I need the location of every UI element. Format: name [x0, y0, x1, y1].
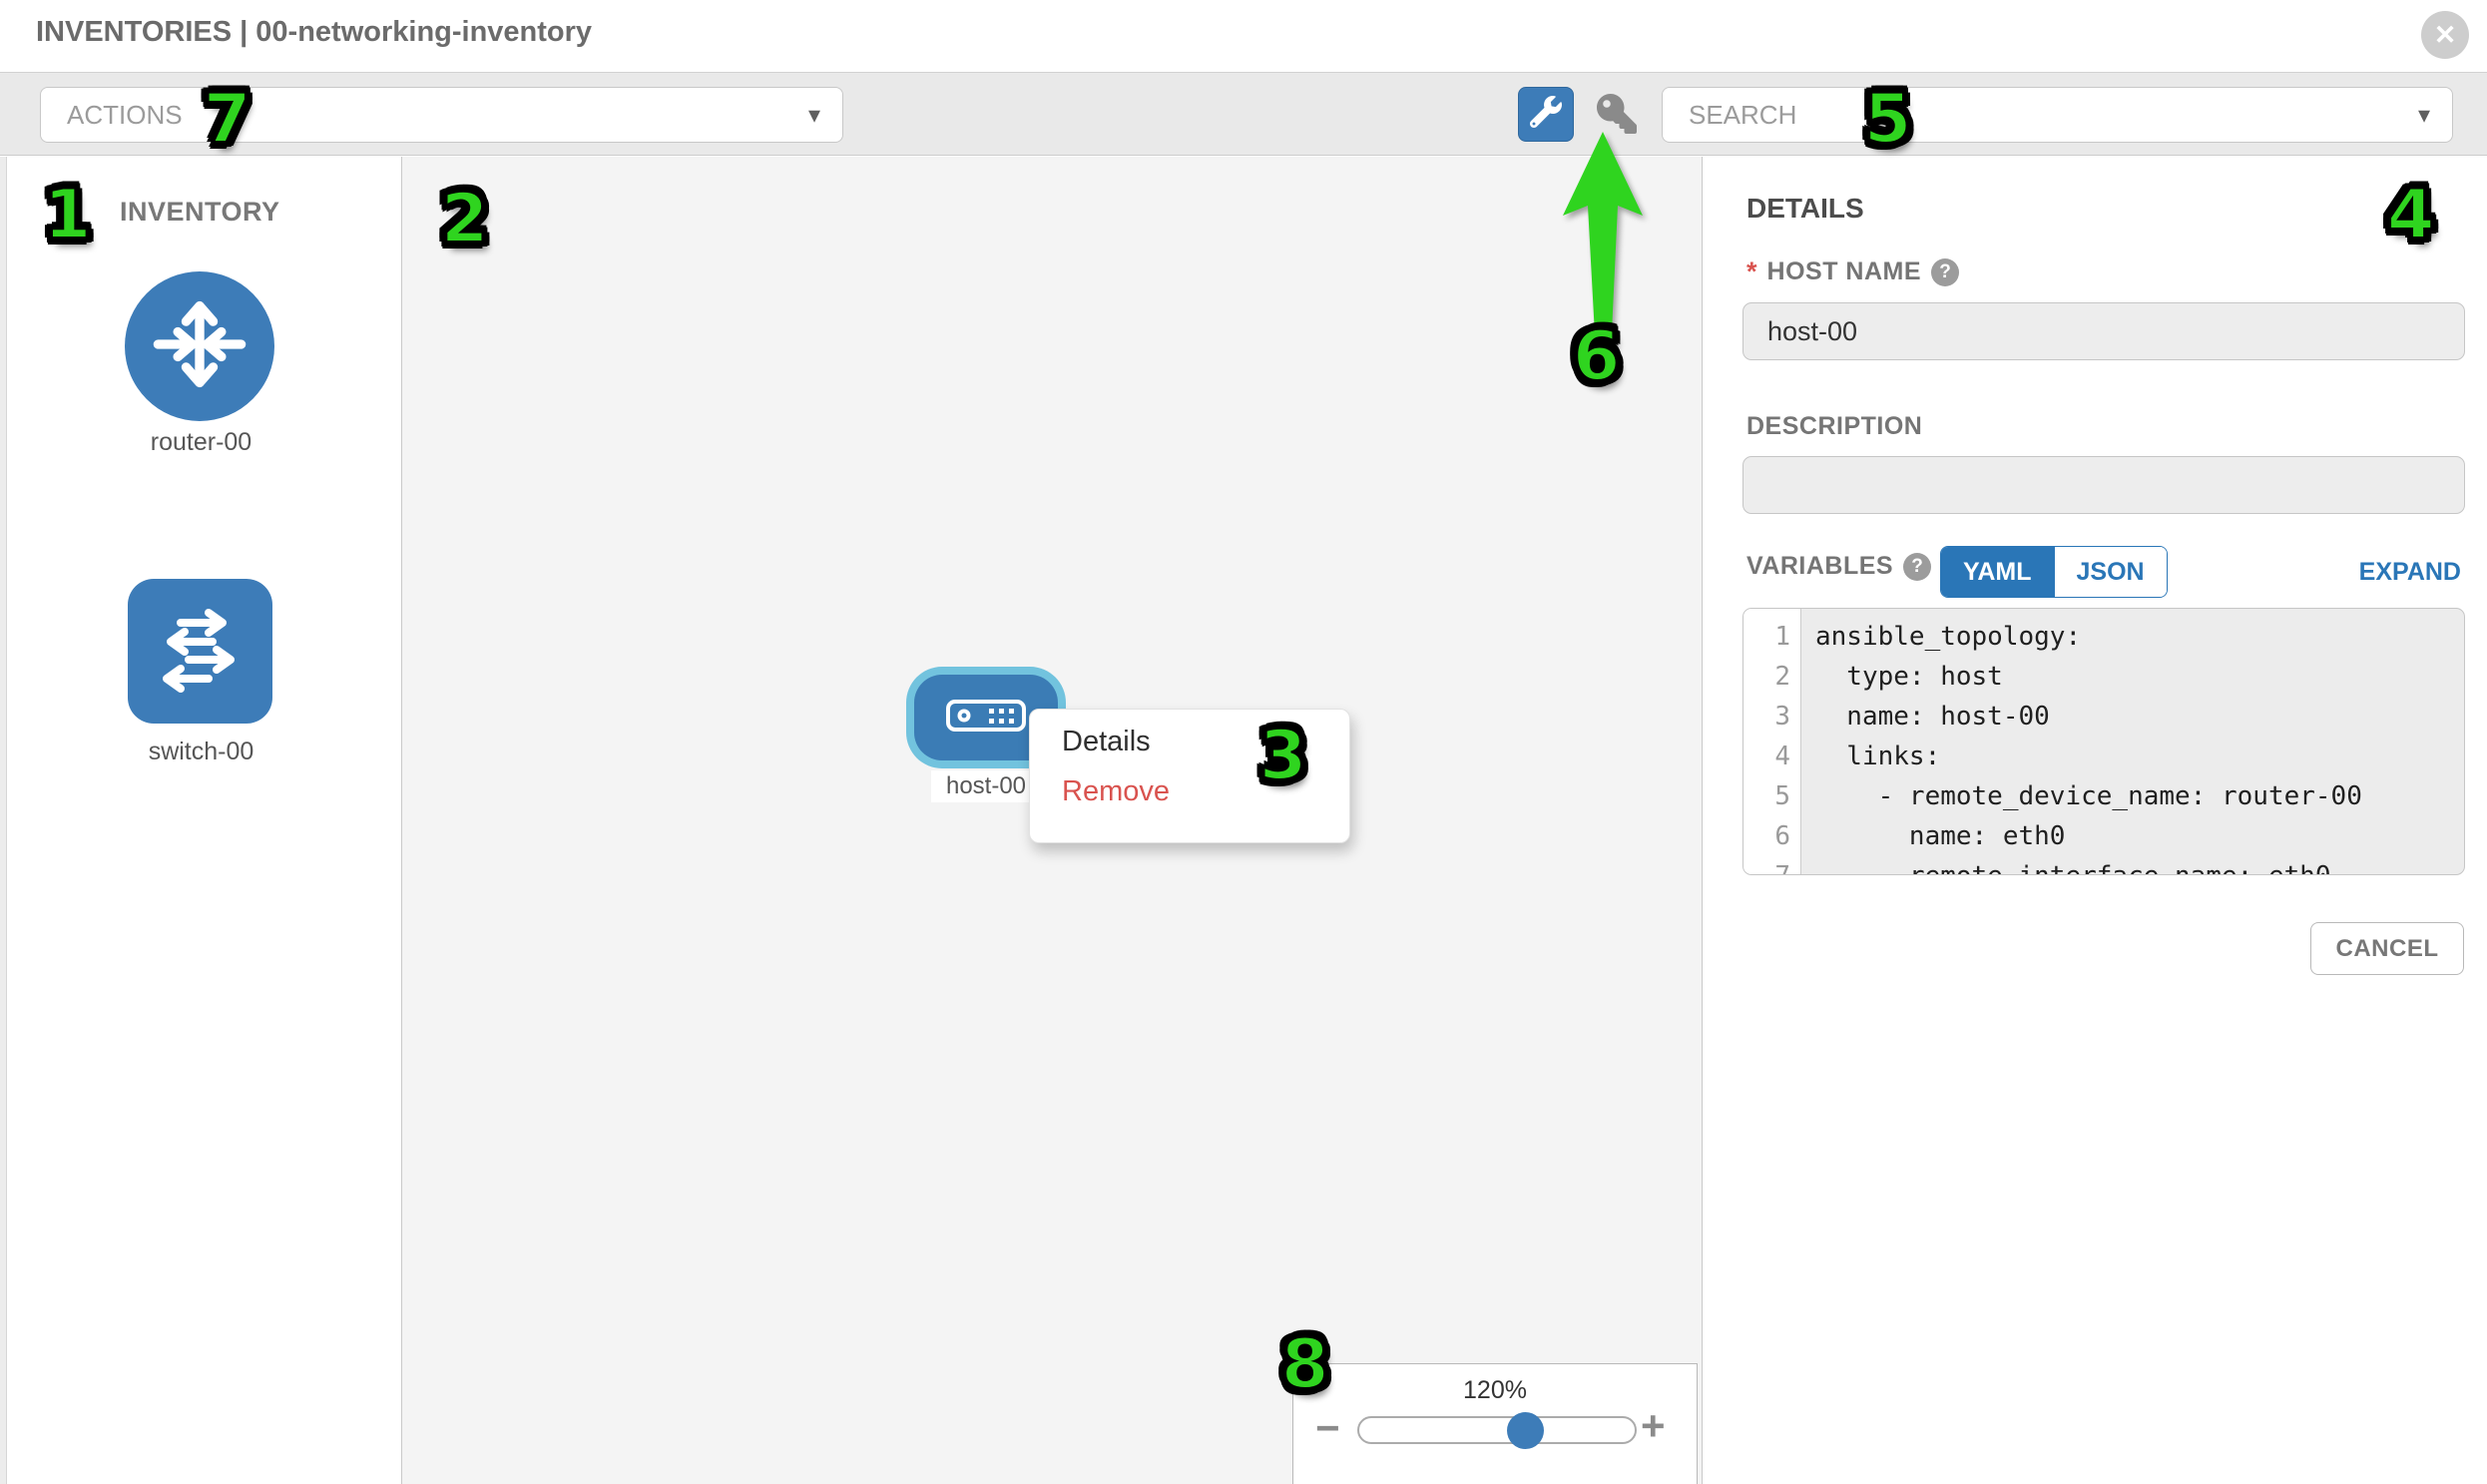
code-editor-padding	[1743, 609, 2464, 617]
inventory-sidebar: INVENTORY router-00	[0, 157, 402, 1484]
line-number: 1	[1743, 617, 1801, 657]
annotation-number-3: 3	[1259, 717, 1306, 795]
details-heading: DETAILS	[1746, 193, 1864, 225]
code-gutter-pad	[1743, 609, 1801, 617]
code-line: 3 name: host-00	[1743, 697, 2464, 737]
annotation-number-1: 1	[44, 176, 91, 254]
code-line: 5 - remote_device_name: router-00	[1743, 776, 2464, 816]
line-number: 5	[1743, 776, 1801, 816]
page-header: INVENTORIES | 00-networking-inventory ✕	[0, 0, 2487, 72]
router-icon	[148, 292, 251, 401]
help-question-icon[interactable]: ?	[1931, 258, 1959, 286]
code-text: remote_interface_name: eth0	[1801, 856, 2331, 875]
chevron-down-icon: ▾	[2418, 101, 2430, 130]
variables-label: VARIABLES	[1746, 552, 1893, 581]
inventory-heading: INVENTORY	[120, 197, 280, 228]
zoom-slider-thumb[interactable]	[1507, 1412, 1544, 1449]
code-text: - remote_device_name: router-00	[1801, 776, 2362, 816]
variables-format-toggle: YAML JSON	[1940, 546, 2168, 598]
menu-item-remove[interactable]: Remove	[1062, 775, 1170, 808]
line-number: 3	[1743, 697, 1801, 737]
code-text: name: eth0	[1801, 816, 2065, 856]
host-name-label: HOST NAME	[1767, 257, 1922, 286]
annotation-number-8: 8	[1281, 1325, 1328, 1404]
help-question-icon[interactable]: ?	[1903, 553, 1931, 581]
code-line: 4 links:	[1743, 737, 2464, 776]
annotation-number-5: 5	[1864, 80, 1911, 159]
host-name-label-row: * HOST NAME ?	[1746, 256, 1959, 287]
code-text: links:	[1801, 737, 1940, 776]
topology-canvas[interactable]: host-00 Details Remove 120% − +	[402, 157, 1703, 1484]
expand-link[interactable]: EXPAND	[2359, 558, 2461, 587]
variables-code-editor[interactable]: 1 ansible_topology: 2 type: host 3 name:…	[1742, 608, 2465, 875]
annotation-number-6: 6	[1573, 317, 1620, 396]
search-dropdown-label: SEARCH	[1689, 100, 1796, 131]
zoom-control-panel: 120% − +	[1292, 1363, 1698, 1484]
toggle-json[interactable]: JSON	[2054, 547, 2167, 597]
line-number: 4	[1743, 737, 1801, 776]
description-input[interactable]	[1742, 456, 2465, 514]
actions-dropdown[interactable]: ACTIONS ▾	[40, 87, 843, 143]
variables-label-row: VARIABLES ?	[1746, 552, 1931, 581]
zoom-in-button[interactable]: +	[1641, 1402, 1666, 1450]
annotation-number-7: 7	[204, 80, 250, 159]
description-label: DESCRIPTION	[1746, 412, 1922, 441]
code-line: 6 name: eth0	[1743, 816, 2464, 856]
line-number: 7	[1743, 856, 1801, 875]
host-node-label: host-00	[931, 770, 1041, 802]
chevron-down-icon: ▾	[808, 101, 820, 130]
annotation-number-4: 4	[2387, 176, 2434, 254]
zoom-out-button[interactable]: −	[1315, 1404, 1340, 1452]
host-icon	[945, 699, 1027, 738]
cancel-button[interactable]: CANCEL	[2310, 922, 2464, 975]
code-line: 2 type: host	[1743, 657, 2464, 697]
host-name-input[interactable]	[1742, 302, 2465, 360]
toggle-yaml[interactable]: YAML	[1941, 547, 2054, 597]
description-label-row: DESCRIPTION	[1746, 412, 1922, 441]
actions-dropdown-label: ACTIONS	[67, 100, 183, 131]
code-text: name: host-00	[1801, 697, 2050, 737]
annotation-number-2: 2	[441, 180, 488, 258]
toolbar: ACTIONS ▾ SEARCH ▾	[0, 72, 2487, 156]
required-marker: *	[1746, 256, 1757, 287]
inventory-topology-page: INVENTORIES | 00-networking-inventory ✕ …	[0, 0, 2487, 1484]
page-title: INVENTORIES | 00-networking-inventory	[36, 16, 592, 49]
search-dropdown[interactable]: SEARCH ▾	[1662, 87, 2453, 143]
sidebar-item-label: switch-00	[0, 738, 402, 766]
code-line: 7 remote_interface_name: eth0	[1743, 856, 2464, 875]
switch-icon	[151, 599, 250, 704]
sidebar-item-router-00[interactable]	[125, 271, 274, 421]
menu-item-details[interactable]: Details	[1062, 726, 1151, 758]
zoom-percentage: 120%	[1293, 1376, 1697, 1405]
sidebar-item-switch-00[interactable]	[128, 579, 272, 724]
code-text: type: host	[1801, 657, 2003, 697]
line-number: 2	[1743, 657, 1801, 697]
line-number: 6	[1743, 816, 1801, 856]
zoom-slider-track[interactable]	[1357, 1416, 1637, 1444]
code-line: 1 ansible_topology:	[1743, 617, 2464, 657]
code-text: ansible_topology:	[1801, 617, 2081, 657]
close-icon[interactable]: ✕	[2421, 11, 2469, 59]
sidebar-left-edge	[0, 157, 7, 1484]
details-panel: DETAILS * HOST NAME ? DESCRIPTION VARIAB…	[1704, 157, 2487, 1484]
sidebar-item-label: router-00	[0, 428, 402, 457]
